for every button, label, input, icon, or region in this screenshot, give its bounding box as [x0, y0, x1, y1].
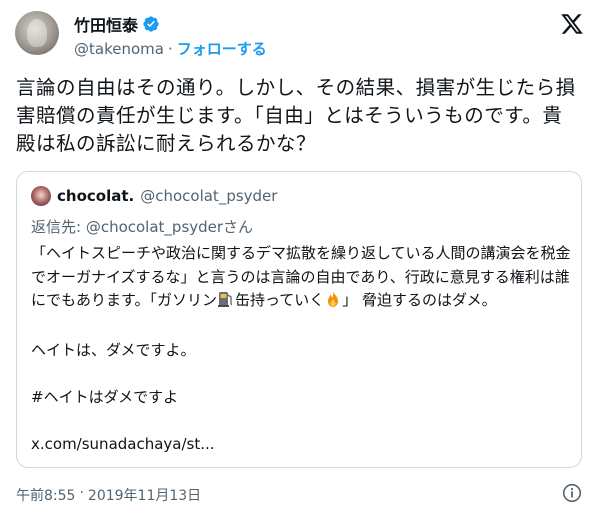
quoted-text: 「ヘイトスピーチや政治に関するデマ拡散を繰り返している人間の講演会を税金でオーガ… — [31, 242, 571, 457]
fuel-pump-icon — [217, 290, 235, 316]
author-handle-row: @takenoma · フォローする — [74, 38, 267, 59]
footer-separator: · — [79, 485, 84, 501]
fire-icon — [324, 290, 342, 316]
quoted-tweet[interactable]: chocolat. @chocolat_psyder 返信先: @chocola… — [16, 171, 582, 468]
author-avatar[interactable] — [15, 11, 59, 55]
tweet-text: 言論の自由はその通り。しかし、その結果、損害が生じたら損害賠償の責任が生じます。… — [16, 76, 576, 155]
reply-to-line: 返信先: @chocolat_psyderさん — [31, 218, 254, 236]
quoted-text-part-2: 缶持っていく — [235, 291, 325, 309]
quoted-display-name[interactable]: chocolat. — [57, 187, 134, 205]
quoted-author-avatar[interactable] — [31, 186, 51, 206]
quoted-text-part-3: 」 脅迫するのはダメ。 ヘイトは、ダメですよ。 #ヘイトはダメですよ x.com… — [31, 291, 497, 453]
follow-button[interactable]: フォローする — [177, 38, 267, 59]
author-name-row: 竹田恒泰 — [74, 12, 160, 36]
quoted-handle[interactable]: @chocolat_psyder — [140, 187, 277, 205]
x-logo-icon[interactable] — [560, 12, 584, 36]
verified-badge-icon — [142, 15, 160, 33]
tweet-date[interactable]: 2019年11月13日 — [88, 485, 201, 505]
quoted-author-row: chocolat. @chocolat_psyder — [31, 186, 277, 206]
tweet-time[interactable]: 午前8:55 — [16, 485, 75, 505]
author-handle[interactable]: @takenoma — [74, 40, 164, 58]
tweet-footer: 午前8:55 · 2019年11月13日 — [16, 485, 201, 505]
author-display-name[interactable]: 竹田恒泰 — [74, 12, 138, 36]
handle-separator: · — [167, 39, 173, 58]
info-icon[interactable] — [562, 483, 582, 503]
